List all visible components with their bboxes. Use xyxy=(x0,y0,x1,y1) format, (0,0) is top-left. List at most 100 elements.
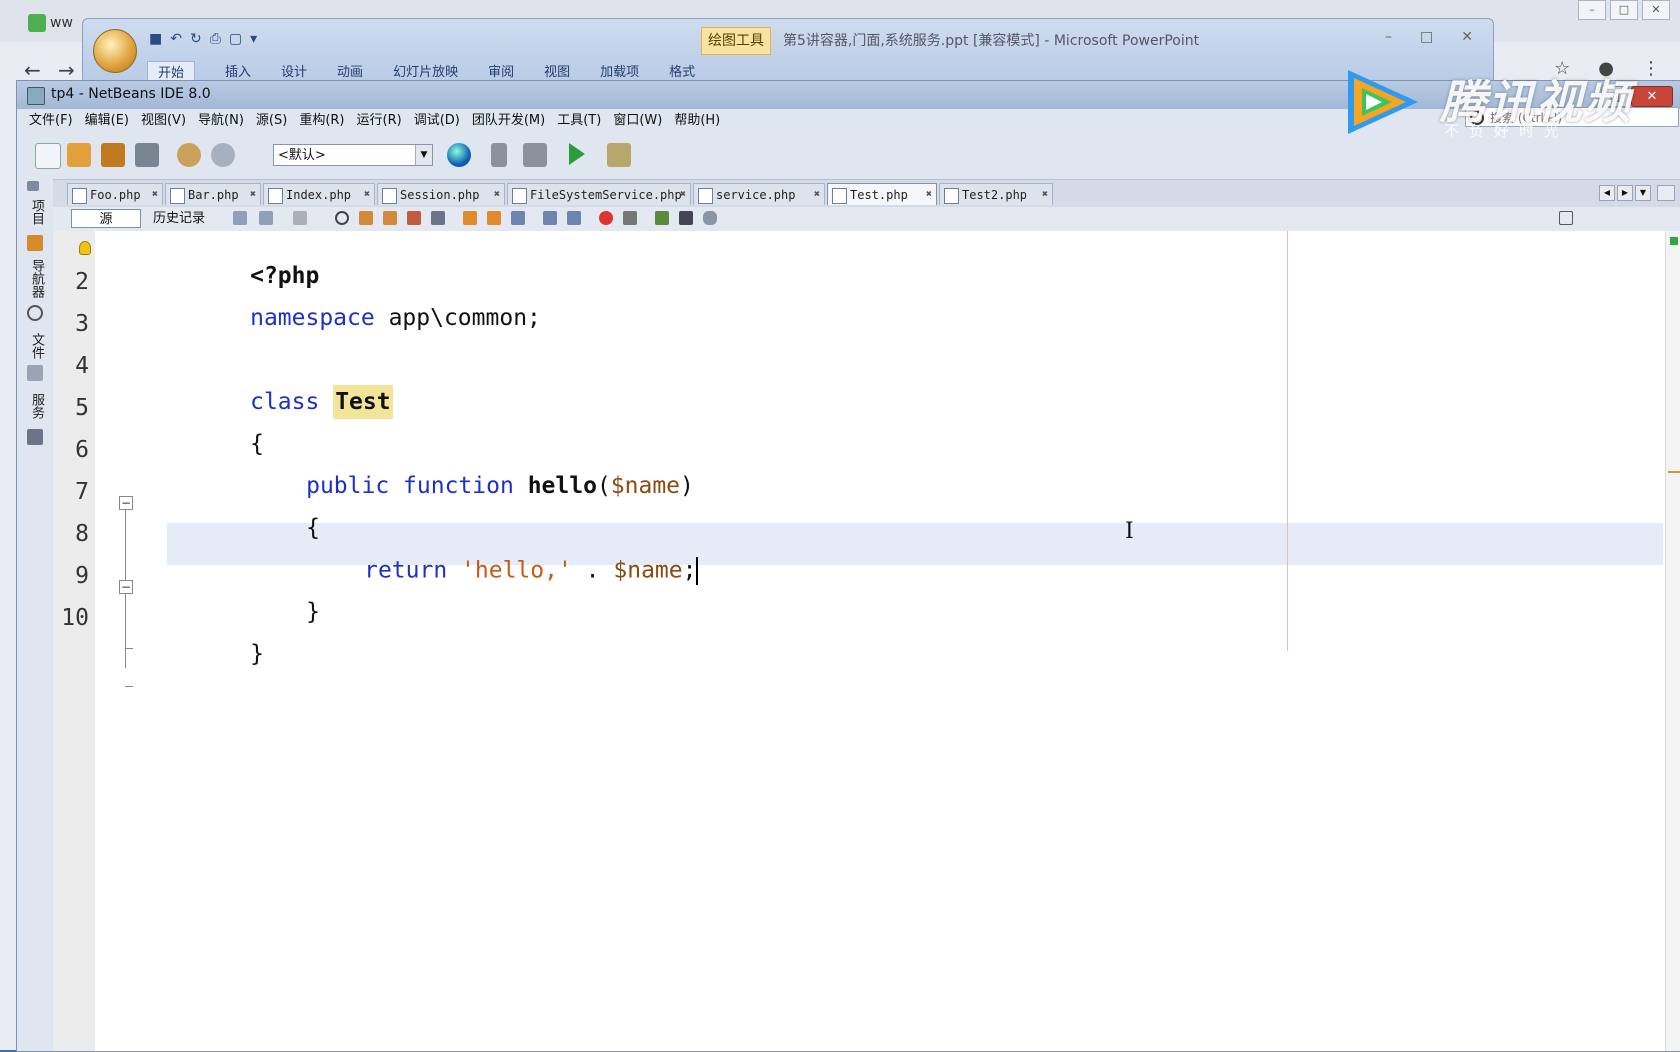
occurrence-marker[interactable] xyxy=(1668,471,1680,473)
browser-globe-icon[interactable] xyxy=(447,143,471,167)
run-icon[interactable] xyxy=(569,143,585,165)
ppt-tab-animation[interactable]: 动画 xyxy=(337,61,363,81)
forward-icon[interactable] xyxy=(293,211,307,225)
comment-icon[interactable] xyxy=(655,211,669,225)
history-view-button[interactable]: 历史记录 xyxy=(153,210,205,228)
ppt-tab-addins[interactable]: 加载项 xyxy=(600,61,639,81)
ppt-minimize-button[interactable]: – xyxy=(1385,29,1392,45)
last-edit-icon[interactable] xyxy=(233,211,247,225)
print-preview-icon[interactable]: ▢ xyxy=(229,31,242,47)
split-editor-icon[interactable] xyxy=(1559,211,1573,225)
config-dropdown[interactable]: <默认> ▼ xyxy=(273,144,433,166)
menu-edit[interactable]: 编辑(E) xyxy=(85,109,129,133)
find-previous-icon[interactable] xyxy=(359,211,373,225)
menu-navigate[interactable]: 导航(N) xyxy=(198,109,244,133)
ppt-tab-home[interactable]: 开始 xyxy=(147,61,196,81)
ppt-tab-slideshow[interactable]: 幻灯片放映 xyxy=(393,61,458,81)
fold-collapse-icon[interactable]: − xyxy=(119,580,133,594)
side-tab-files[interactable]: 文件 xyxy=(27,333,46,359)
browser-restore-button[interactable]: □ xyxy=(1610,0,1638,20)
menu-tools[interactable]: 工具(T) xyxy=(557,109,601,133)
menu-refactor[interactable]: 重构(R) xyxy=(299,109,344,133)
close-tab-icon[interactable]: ✖ xyxy=(1042,184,1048,206)
editor-tab-active[interactable]: Test.php ✖ xyxy=(827,183,937,205)
shift-left-icon[interactable] xyxy=(543,211,557,225)
new-file-icon[interactable] xyxy=(35,143,61,169)
open-project-icon[interactable] xyxy=(101,143,125,167)
side-tab-navigator[interactable]: 导航器 xyxy=(27,259,46,298)
scroll-right-icon[interactable]: ▶ xyxy=(1617,185,1633,201)
next-bookmark-icon[interactable] xyxy=(487,211,501,225)
ppt-maximize-button[interactable]: □ xyxy=(1420,29,1433,45)
source-view-button[interactable]: 源 xyxy=(71,209,141,228)
code-editor[interactable]: 2 3 4 5 6 7 8 9 10 − − <?php namespace a… xyxy=(53,231,1680,1051)
menu-team[interactable]: 团队开发(M) xyxy=(472,109,545,133)
find-icon[interactable] xyxy=(335,211,349,225)
print-icon[interactable]: ⎙ xyxy=(210,31,221,47)
editor-tab[interactable]: Index.php ✖ xyxy=(263,183,375,205)
menu-view[interactable]: 视图(V) xyxy=(141,109,186,133)
editor-tab[interactable]: Test2.php ✖ xyxy=(939,183,1053,205)
editor-tab[interactable]: service.php ✖ xyxy=(693,183,825,205)
maximize-editor-icon[interactable] xyxy=(1657,185,1675,201)
browser-minimize-button[interactable]: – xyxy=(1578,0,1606,20)
uncomment-icon[interactable] xyxy=(679,211,693,225)
start-macro-icon[interactable] xyxy=(599,211,613,225)
back-arrow-icon[interactable]: ← xyxy=(24,58,41,82)
save-icon[interactable]: ■ xyxy=(149,31,162,47)
side-tab-services[interactable]: 服务 xyxy=(27,393,46,419)
build-hammer-icon[interactable] xyxy=(491,143,507,167)
ppt-tab-view[interactable]: 视图 xyxy=(544,61,570,81)
editor-tab[interactable]: Bar.php ✖ xyxy=(165,183,261,205)
office-button-icon[interactable] xyxy=(93,29,137,73)
redo-icon[interactable]: ↻ xyxy=(190,31,202,47)
menu-source[interactable]: 源(S) xyxy=(256,109,287,133)
menu-window[interactable]: 窗口(W) xyxy=(613,109,662,133)
redo-icon[interactable] xyxy=(211,143,235,167)
ppt-tab-format[interactable]: 格式 xyxy=(669,61,695,81)
menu-help[interactable]: 帮助(H) xyxy=(674,109,720,133)
save-all-icon[interactable] xyxy=(135,143,159,167)
browser-close-button[interactable]: ✕ xyxy=(1642,0,1670,20)
find-next-icon[interactable] xyxy=(383,211,397,225)
close-tab-icon[interactable]: ✖ xyxy=(364,184,370,206)
previous-bookmark-icon[interactable] xyxy=(463,211,477,225)
ppt-close-button[interactable]: ✕ xyxy=(1461,29,1473,45)
close-tab-icon[interactable]: ✖ xyxy=(494,184,500,206)
fold-collapse-icon[interactable]: − xyxy=(119,496,133,510)
tab-list-icon[interactable]: ▼ xyxy=(1635,185,1651,201)
restore-windows-icon[interactable] xyxy=(27,181,39,191)
toggle-search-icon[interactable] xyxy=(431,211,445,225)
menu-run[interactable]: 运行(R) xyxy=(357,109,402,133)
browser-tab[interactable]: ww xyxy=(28,14,88,42)
menu-file[interactable]: 文件(F) xyxy=(29,109,73,133)
database-icon[interactable] xyxy=(703,211,717,225)
toggle-highlight-icon[interactable] xyxy=(407,211,421,225)
scroll-left-icon[interactable]: ◀ xyxy=(1599,185,1615,201)
editor-tab[interactable]: Foo.php ✖ xyxy=(67,183,163,205)
side-tab-projects[interactable]: 项目 xyxy=(27,199,46,225)
close-tab-icon[interactable]: ✖ xyxy=(680,184,686,206)
ppt-tab-review[interactable]: 审阅 xyxy=(488,61,514,81)
clean-build-icon[interactable] xyxy=(523,143,547,167)
undo-icon[interactable] xyxy=(177,143,201,167)
forward-arrow-icon[interactable]: → xyxy=(58,58,75,82)
stop-macro-icon[interactable] xyxy=(623,211,637,225)
menu-debug[interactable]: 调试(D) xyxy=(414,109,460,133)
lightbulb-hint-icon[interactable] xyxy=(79,241,91,255)
shift-right-icon[interactable] xyxy=(567,211,581,225)
new-project-icon[interactable] xyxy=(67,143,91,167)
editor-tab[interactable]: FileSystemService.php ✖ xyxy=(507,183,691,205)
qat-dropdown-icon[interactable]: ▾ xyxy=(250,31,257,47)
editor-tab[interactable]: Session.php ✖ xyxy=(377,183,505,205)
debug-icon[interactable] xyxy=(607,143,631,167)
close-tab-icon[interactable]: ✖ xyxy=(926,184,932,206)
toggle-bookmark-icon[interactable] xyxy=(511,211,525,225)
undo-icon[interactable]: ↶ xyxy=(170,31,182,47)
back-icon[interactable] xyxy=(259,211,273,225)
ppt-tab-insert[interactable]: 插入 xyxy=(225,61,251,81)
close-tab-icon[interactable]: ✖ xyxy=(152,184,158,206)
close-tab-icon[interactable]: ✖ xyxy=(814,184,820,206)
close-tab-icon[interactable]: ✖ xyxy=(250,184,256,206)
ppt-tab-design[interactable]: 设计 xyxy=(281,61,307,81)
